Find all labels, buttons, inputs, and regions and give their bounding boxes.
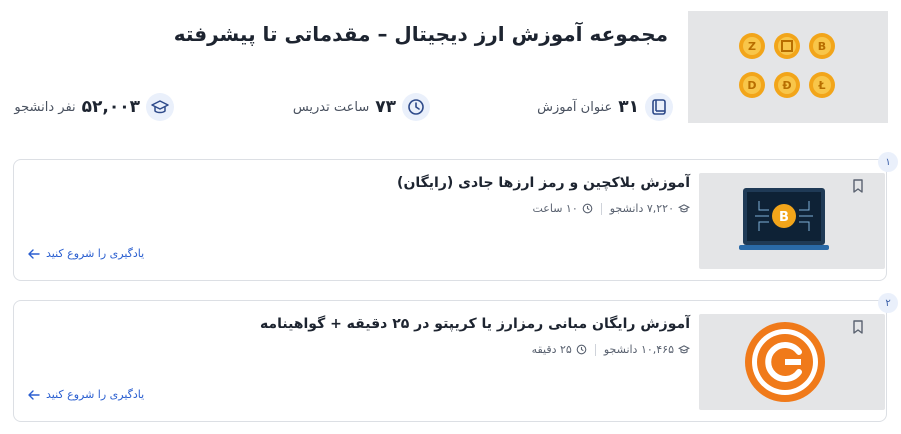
course-duration: ۲۵ دقیقه <box>531 343 572 356</box>
course-title[interactable]: آموزش رایگان مبانی رمزارز یا کریپتو در ۲… <box>260 316 690 332</box>
stat-courses: ۳۱ عنوان آموزش <box>537 93 673 121</box>
clock-icon <box>402 93 430 121</box>
svg-text:Ð: Ð <box>782 79 791 92</box>
bookmark-icon[interactable] <box>852 320 864 334</box>
stat-courses-value: ۳۱ <box>618 97 639 117</box>
stat-students-value: ۵۲,۰۰۳ <box>81 97 140 117</box>
course-duration: ۱۰ ساعت <box>532 202 578 215</box>
start-learning-link[interactable]: یادگیری را شروع کنید <box>28 247 144 260</box>
course-card[interactable]: ۲ آموزش رایگان مبانی رمزارز یا کریپتو در… <box>13 293 898 422</box>
stat-students: ۵۲,۰۰۳ نفر دانشجو <box>14 93 174 121</box>
course-meta: ۷,۲۲۰ دانشجو ۱۰ ساعت <box>532 202 690 215</box>
collection-cover-image: Z B D Ð Ł <box>688 11 888 123</box>
clock-icon <box>576 344 587 355</box>
course-index-badge: ۱ <box>878 152 898 172</box>
course-card[interactable]: ۱ B آموزش بلاکچین و رمز ارزها جادی (رایگ… <box>13 152 898 281</box>
coin-icon-1: Z <box>739 33 765 59</box>
svg-text:D: D <box>747 79 756 92</box>
meta-divider <box>600 202 602 215</box>
coin-icon-5: Ð <box>774 72 800 98</box>
start-learning-label: یادگیری را شروع کنید <box>46 388 145 401</box>
arrow-left-icon <box>28 389 40 400</box>
bookmark-icon[interactable] <box>852 179 864 193</box>
clock-icon <box>582 203 593 214</box>
start-learning-label: یادگیری را شروع کنید <box>46 247 145 260</box>
svg-text:B: B <box>818 40 826 53</box>
stat-hours-label: ساعت تدریس <box>292 99 370 115</box>
course-title[interactable]: آموزش بلاکچین و رمز ارزها جادی (رایگان) <box>397 175 690 191</box>
stat-courses-label: عنوان آموزش <box>537 99 613 115</box>
course-students: ۷,۲۲۰ دانشجو <box>609 202 674 215</box>
svg-text:Ł: Ł <box>817 79 825 92</box>
coin-icon-4: D <box>739 72 765 98</box>
stat-students-label: نفر دانشجو <box>14 99 76 115</box>
coin-icon-6: Ł <box>809 72 835 98</box>
meta-divider <box>594 343 596 356</box>
graduation-cap-icon <box>678 345 690 354</box>
coin-icon-3: B <box>809 33 835 59</box>
svg-text:Z: Z <box>748 40 756 53</box>
course-meta: ۱۰,۴۶۵ دانشجو ۲۵ دقیقه <box>532 343 690 356</box>
graduation-cap-icon <box>678 204 690 213</box>
page-title: مجموعه آموزش ارز دیجیتال – مقدماتی تا پی… <box>173 22 668 46</box>
arrow-left-icon <box>28 248 40 259</box>
coin-icon-2 <box>774 33 800 59</box>
stat-hours-value: ۷۳ <box>375 97 396 117</box>
svg-text:B: B <box>779 210 789 225</box>
course-students: ۱۰,۴۶۵ دانشجو <box>603 343 674 356</box>
graduation-cap-icon <box>146 93 174 121</box>
start-learning-link[interactable]: یادگیری را شروع کنید <box>28 388 144 401</box>
stat-hours: ۷۳ ساعت تدریس <box>293 93 430 121</box>
book-icon <box>645 93 673 121</box>
course-index-badge: ۲ <box>878 293 898 313</box>
